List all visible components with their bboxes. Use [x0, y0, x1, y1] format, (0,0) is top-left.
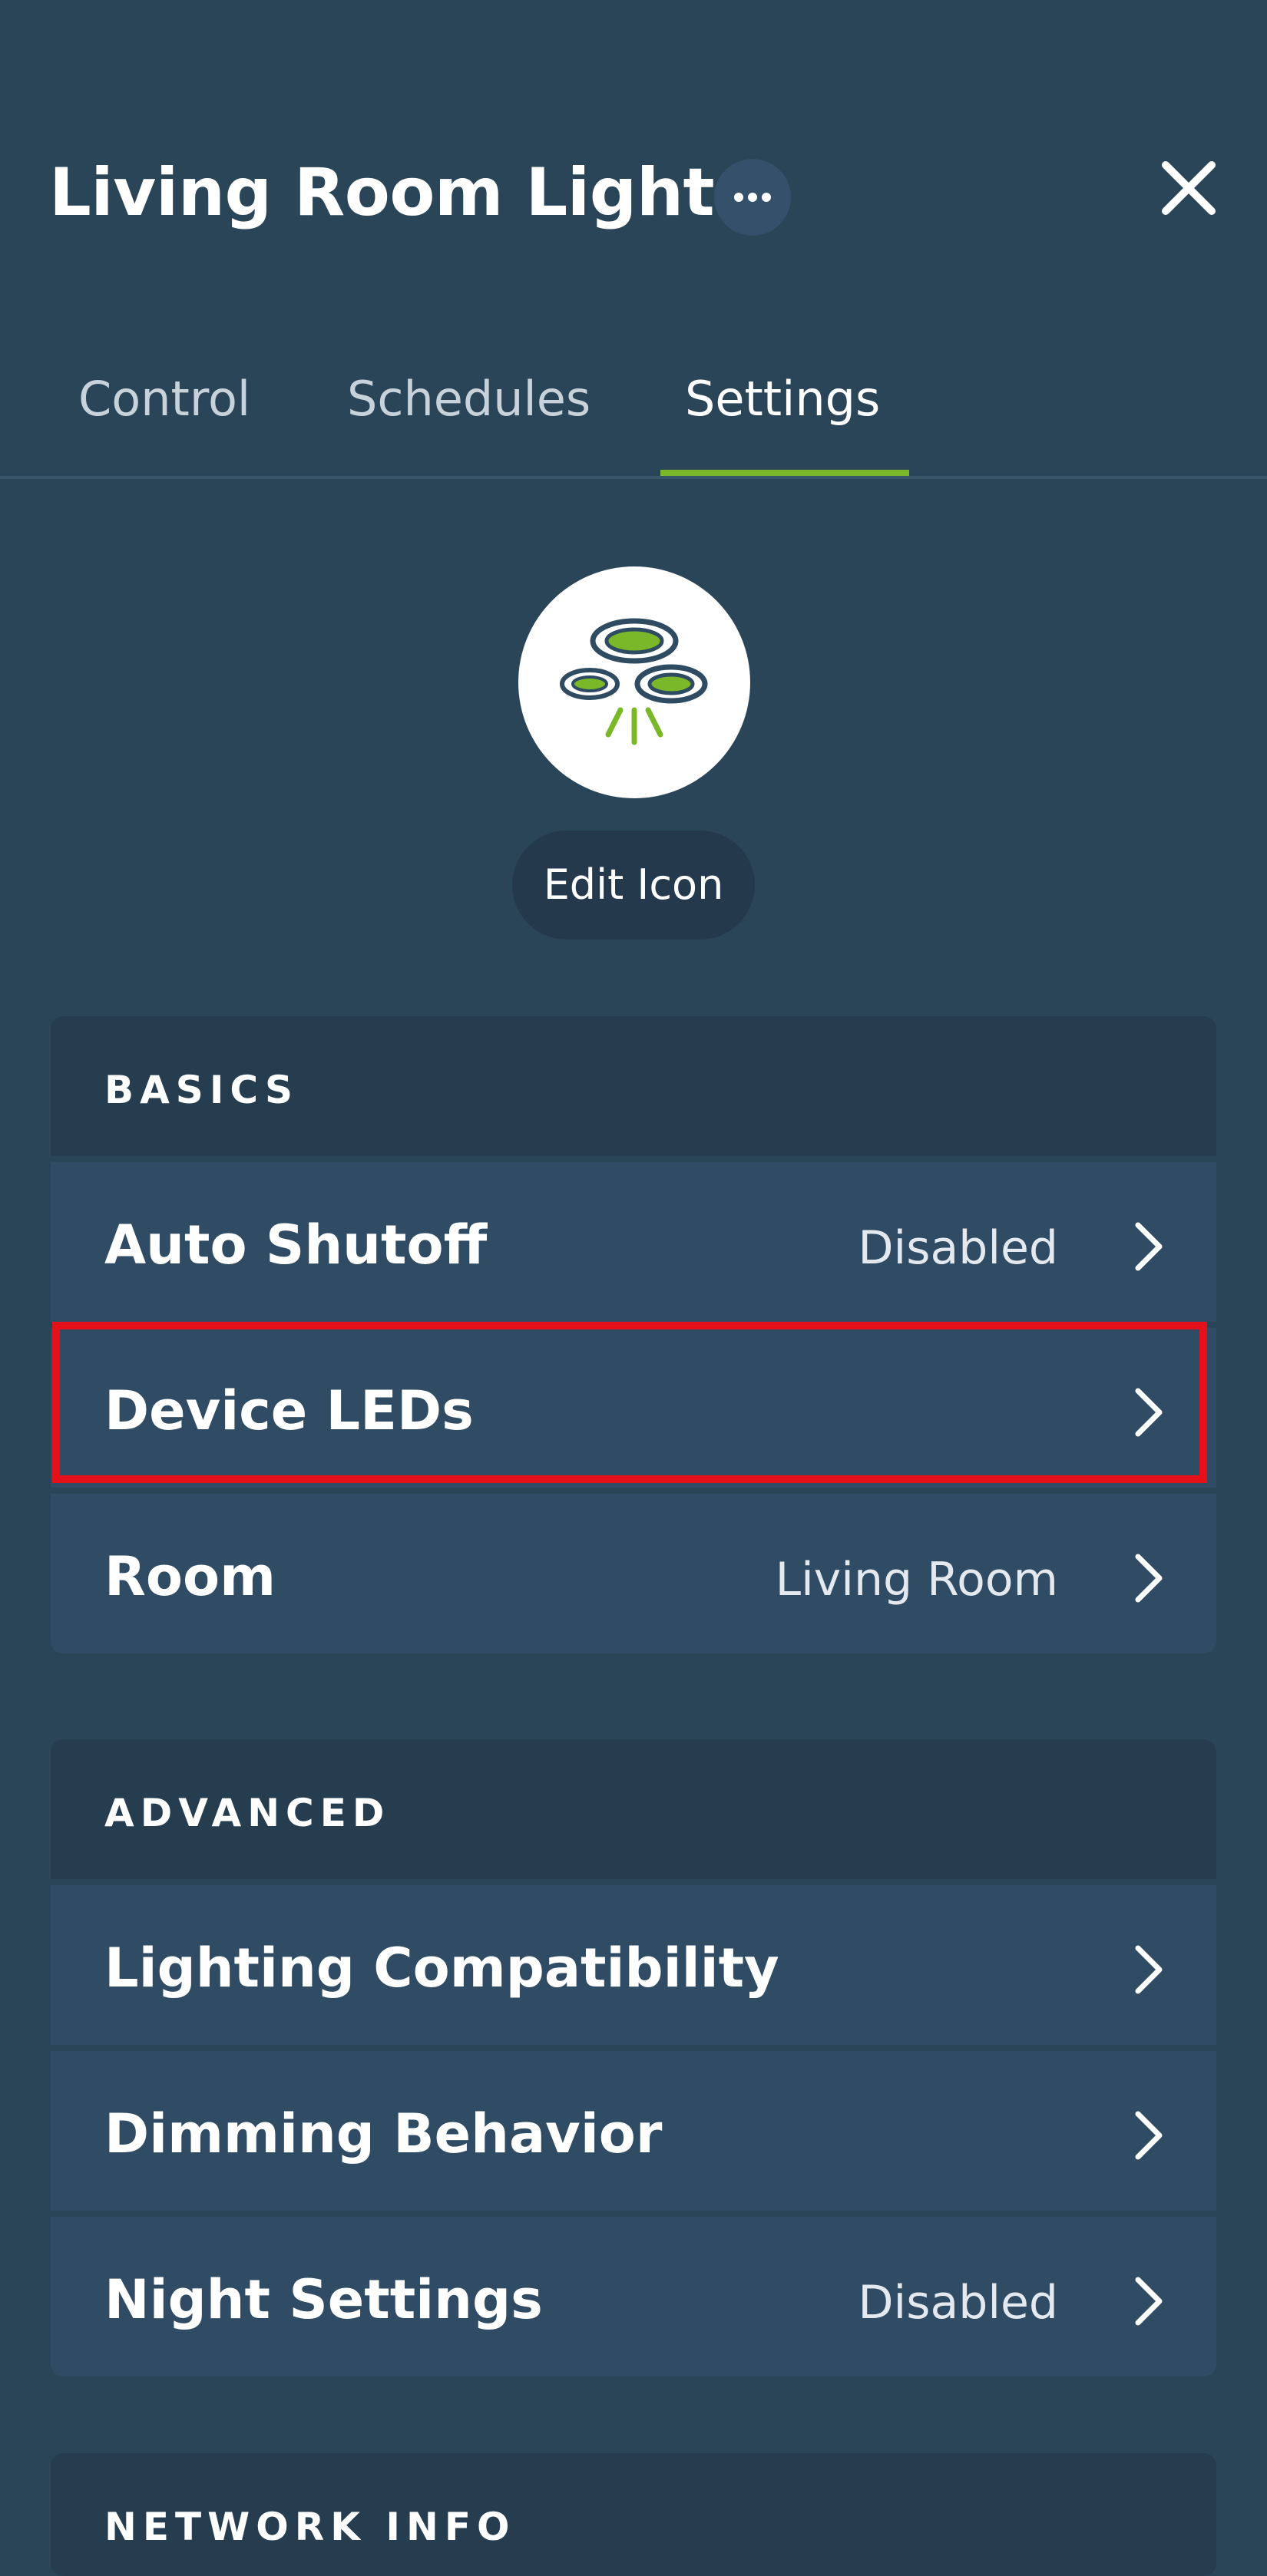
page-title: Living Room Lights	[49, 154, 753, 231]
row-label: Lighting Compatibility	[104, 1937, 779, 2000]
chevron-right-icon	[1135, 1388, 1163, 1437]
auto-shutoff-row[interactable]: Auto Shutoff Disabled	[51, 1156, 1216, 1322]
tab-settings[interactable]: Settings	[685, 368, 880, 430]
row-label: Room	[104, 1545, 276, 1608]
active-tab-indicator	[660, 470, 909, 476]
section-title: NETWORK INFO	[104, 2505, 516, 2549]
advanced-section: ADVANCED Lighting Compatibility Dimming …	[51, 1739, 1216, 2376]
row-label: Auto Shutoff	[104, 1214, 488, 1276]
edit-icon-button[interactable]: Edit Icon	[512, 831, 755, 940]
more-options-button[interactable]	[714, 159, 791, 236]
chevron-right-icon	[1135, 1554, 1163, 1603]
row-label: Night Settings	[104, 2268, 543, 2331]
lighting-compatibility-row[interactable]: Lighting Compatibility	[51, 1879, 1216, 2045]
ellipsis-icon	[734, 193, 771, 202]
device-leds-row[interactable]: Device LEDs	[51, 1322, 1216, 1488]
night-settings-row[interactable]: Night Settings Disabled	[51, 2211, 1216, 2376]
tab-schedules[interactable]: Schedules	[347, 368, 590, 430]
chevron-right-icon	[1135, 1945, 1163, 1994]
section-header: NETWORK INFO	[51, 2453, 1216, 2576]
chevron-right-icon	[1135, 1222, 1163, 1271]
row-label: Dimming Behavior	[104, 2102, 663, 2165]
tab-bar: Control Schedules Settings	[0, 338, 1267, 479]
device-icon-avatar	[518, 566, 750, 798]
section-header: ADVANCED	[51, 1739, 1216, 1879]
basics-section: BASICS Auto Shutoff Disabled Device LEDs…	[51, 1016, 1216, 1653]
close-icon	[1162, 161, 1216, 215]
tab-control[interactable]: Control	[78, 368, 250, 430]
row-label: Device LEDs	[104, 1379, 474, 1442]
row-value: Disabled	[858, 1221, 1058, 1275]
chevron-right-icon	[1135, 2277, 1163, 2326]
chevron-right-icon	[1135, 2111, 1163, 2160]
network-info-section: NETWORK INFO	[51, 2453, 1216, 2576]
header: Living Room Lights	[0, 0, 1267, 276]
close-button[interactable]	[1158, 157, 1219, 219]
row-value: Disabled	[858, 2276, 1058, 2330]
dimming-behavior-row[interactable]: Dimming Behavior	[51, 2045, 1216, 2211]
section-header: BASICS	[51, 1016, 1216, 1156]
ceiling-lights-icon	[560, 618, 708, 745]
section-title: BASICS	[104, 1068, 299, 1112]
room-row[interactable]: Room Living Room	[51, 1488, 1216, 1653]
row-value: Living Room	[775, 1553, 1058, 1607]
section-title: ADVANCED	[104, 1791, 391, 1835]
